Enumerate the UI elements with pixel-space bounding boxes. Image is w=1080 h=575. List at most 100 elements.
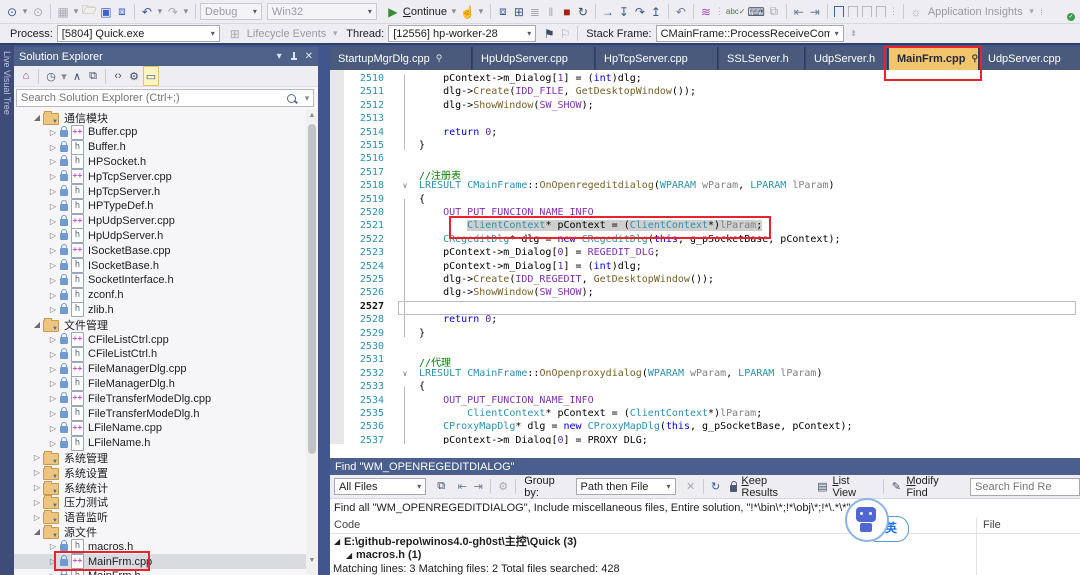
expand-icon[interactable]: ▷ — [32, 513, 42, 522]
code-line-2513[interactable]: 2513 — [330, 113, 1080, 126]
close-window-icon[interactable]: ✕ — [305, 51, 313, 62]
find-results-titlebar[interactable]: Find "WM_OPENREGEDITDIALOG" — [330, 458, 1080, 475]
expand-icon[interactable]: ▷ — [48, 157, 58, 166]
pin-icon[interactable]: ⚲ — [436, 53, 443, 64]
tree-item-系统管理[interactable]: ▷ 系统管理 — [14, 450, 306, 465]
restart-icon[interactable]: ↻ — [576, 3, 590, 21]
save-icon[interactable]: ▣ — [99, 3, 113, 21]
solution-search-input[interactable] — [17, 92, 287, 104]
tree-item-文件管理[interactable]: ◢ 文件管理 — [14, 317, 306, 332]
tree-item-系统统计[interactable]: ▷ 系统统计 — [14, 480, 306, 495]
expand-icon[interactable]: ▷ — [32, 468, 42, 477]
pin-window-icon[interactable] — [290, 51, 297, 62]
tree-item-HPTypeDef.h[interactable]: ▷ HPTypeDef.h — [14, 198, 306, 214]
code-line-2519[interactable]: 2519 { — [330, 194, 1080, 207]
tree-item-语音监听[interactable]: ▷ 语音监听 — [14, 510, 306, 525]
hot-reload-caret-icon[interactable]: ▾ — [477, 3, 485, 21]
editor-tab-UdpServer.h[interactable]: UdpServer.h — [806, 47, 888, 70]
keyboard-icon[interactable]: ⌨ — [748, 3, 765, 21]
toolbar-overflow-icon[interactable]: ⁞ — [1038, 3, 1046, 21]
nav-back-icon[interactable]: ⊙ — [5, 3, 19, 21]
indent-increase-icon[interactable]: ⇥ — [808, 3, 822, 21]
expand-icon[interactable]: ▷ — [48, 128, 58, 137]
nav-back-caret-icon[interactable]: ▾ — [21, 3, 29, 21]
continue-button[interactable]: Continue — [403, 6, 447, 18]
redo-icon[interactable]: ↷ — [166, 3, 180, 21]
code-line-2517[interactable]: 2517//注册表 — [330, 167, 1080, 182]
editor-tab-HpUdpServer.cpp[interactable]: HpUdpServer.cpp — [473, 47, 595, 70]
tree-item-系统设置[interactable]: ▷ 系统设置 — [14, 465, 306, 480]
code-cleanup-icon[interactable]: ≋ — [699, 3, 713, 21]
expand-icon[interactable]: ▷ — [48, 394, 58, 403]
tree-item-LFileName.cpp[interactable]: ▷ LFileName.cpp — [14, 420, 306, 436]
expand-icon[interactable]: ▷ — [48, 305, 58, 314]
tree-item-通信模块[interactable]: ◢ 通信模块 — [14, 110, 306, 125]
code-line-2535[interactable]: 2535 ClientContext* pContext = (ClientCo… — [330, 408, 1080, 421]
column-header-file[interactable]: File — [983, 519, 1001, 531]
window-position-caret-icon[interactable]: ▾ — [277, 51, 282, 62]
expand-icon[interactable]: ▷ — [48, 276, 58, 285]
code-line-2532[interactable]: 2532 ∨ LRESULT CMainFrame::OnOpenproxydial… — [330, 368, 1080, 381]
live-visual-tree-side-tab[interactable]: Live Visual Tree — [0, 45, 14, 575]
code-line-2537[interactable]: 2537 pContext->m_Dialog[0] = PROXY_DLG; — [330, 435, 1080, 444]
tree-item-FileManagerDlg.h[interactable]: ▷ FileManagerDlg.h — [14, 376, 306, 392]
editor-tab-HpTcpServer.cpp[interactable]: HpTcpServer.cpp — [596, 47, 718, 70]
collapse-icon[interactable]: ◢ — [32, 527, 42, 536]
tree-item-LFileName.h[interactable]: ▷ LFileName.h — [14, 435, 306, 451]
expand-icon[interactable]: ▷ — [48, 187, 58, 196]
step-over-icon[interactable]: ↷ — [633, 3, 647, 21]
tree-item-MainFrm.h[interactable]: ▷MainFrm.h — [14, 568, 306, 575]
scroll-up-icon[interactable]: ▲ — [306, 110, 318, 122]
code-line-2520[interactable]: 2520 OUT_PUT_FUNCION_NAME_INFO — [330, 207, 1080, 220]
code-line-2511[interactable]: 2511 dlg->Create(IDD_FILE, GetDesktopWin… — [330, 86, 1080, 99]
editor-tab-SSLServer.h[interactable]: SSLServer.h — [719, 47, 805, 70]
scrollbar-thumb[interactable] — [308, 124, 316, 454]
tree-item-ISocketBase.cpp[interactable]: ▷ ISocketBase.cpp — [14, 243, 306, 259]
show-next-statement-icon[interactable]: → — [601, 3, 615, 21]
continue-caret-icon[interactable]: ▾ — [450, 3, 458, 21]
stack-frame-combo[interactable]: CMainFrame::ProcessReceiveComplet ▾ — [655, 25, 844, 42]
ime-indicator[interactable]: 英 — [845, 498, 917, 550]
list-lines-icon[interactable]: ≣ — [528, 3, 542, 21]
expand-icon[interactable]: ▷ — [48, 261, 58, 270]
collapse-icon[interactable]: ◢ — [32, 113, 42, 122]
properties-copy-icon[interactable]: ⧉ — [86, 67, 100, 85]
tree-item-CFileListCtrl.h[interactable]: ▷ CFileListCtrl.h — [14, 346, 306, 362]
find-result-row[interactable]: ◢ macros.h (1) — [330, 548, 1080, 562]
lifecycle-events-label[interactable]: Lifecycle Events — [247, 28, 326, 40]
modify-find-button[interactable]: Modify Find — [906, 475, 962, 499]
list-view-icon[interactable]: ▤ — [815, 478, 829, 496]
tree-item-源文件[interactable]: ◢ 源文件 — [14, 524, 306, 539]
thread-combo[interactable]: [12556] hp-worker-28 ▾ — [388, 25, 537, 42]
code-line-2510[interactable]: 2510 pContext->m_Dialog[1] = (int)dlg; — [330, 73, 1080, 86]
list-view-button[interactable]: List View — [832, 475, 875, 499]
filter-caret-icon[interactable]: ▾ — [60, 67, 68, 85]
expand-icon[interactable]: ▷ — [48, 143, 58, 152]
platform-combo[interactable]: Win32 ▾ — [266, 3, 377, 20]
tree-item-HpUdpServer.h[interactable]: ▷ HpUdpServer.h — [14, 228, 306, 244]
tree-item-FileManagerDlg.cpp[interactable]: ▷ FileManagerDlg.cpp — [14, 361, 306, 377]
code-line-2522[interactable]: 2522 CRegeditDlg* dlg = new CRegeditDlg(… — [330, 234, 1080, 247]
expand-icon[interactable]: ▷ — [32, 498, 42, 507]
editor-tab-StartupMgrDlg.cpp[interactable]: StartupMgrDlg.cpp ⚲ — [330, 47, 472, 70]
code-line-2512[interactable]: 2512 dlg->ShowWindow(SW_SHOW); — [330, 100, 1080, 113]
code-line-2523[interactable]: 2523 pContext->m_Dialog[0] = REGEDIT_DLG… — [330, 247, 1080, 260]
code-line-2514[interactable]: 2514 return 0; — [330, 127, 1080, 140]
step-out-icon[interactable]: ↥ — [649, 3, 663, 21]
expand-icon[interactable]: ▷ — [48, 231, 58, 240]
tree-item-zlib.h[interactable]: ▷ zlib.h — [14, 302, 306, 318]
new-project-icon[interactable]: ▦ — [56, 3, 70, 21]
expand-icon[interactable]: ▷ — [48, 350, 58, 359]
application-insights-caret-icon[interactable]: ▾ — [1028, 3, 1036, 21]
find-result-row[interactable]: ◢ E:\github-repo\winos4.0-gh0st\主控\Quick … — [330, 534, 1080, 548]
tree-item-HpUdpServer.cpp[interactable]: ▷ HpUdpServer.cpp — [14, 213, 306, 229]
search-caret-icon[interactable]: ▾ — [303, 89, 311, 107]
expand-icon[interactable]: ▷ — [32, 483, 42, 492]
properties-icon[interactable]: ⚙ — [127, 67, 141, 85]
stack-options-caret-icon[interactable]: ⇟ — [850, 25, 858, 43]
code-line-2528[interactable]: 2528 return 0; — [330, 314, 1080, 327]
expand-icon[interactable]: ▷ — [48, 172, 58, 181]
modify-find-pencil-icon[interactable]: ✎ — [889, 478, 903, 496]
application-insights-label[interactable]: Application Insights — [928, 6, 1023, 18]
scroll-down-icon[interactable]: ▼ — [306, 555, 318, 567]
